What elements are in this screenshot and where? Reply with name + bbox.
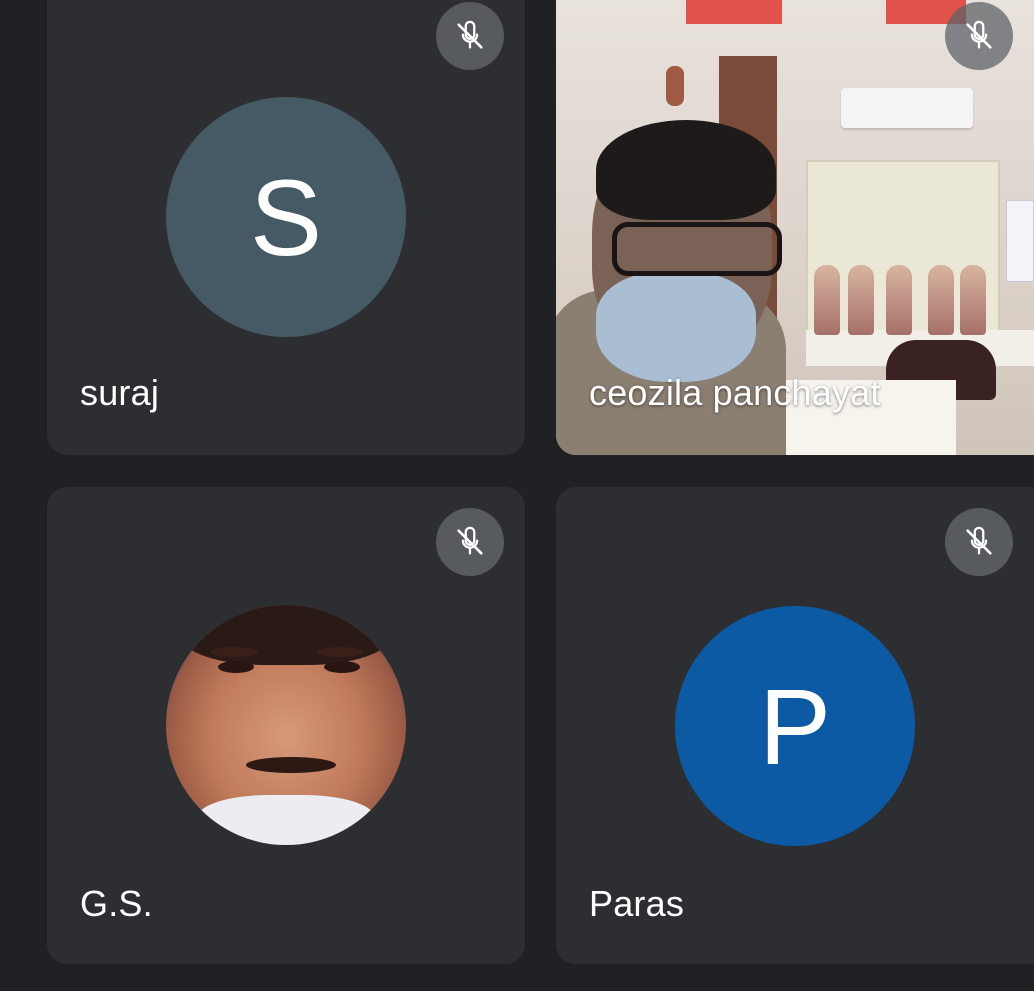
- participant-name: ceozila panchayat: [589, 372, 881, 413]
- mic-off-glyph: [966, 20, 992, 49]
- participant-name: Paras: [589, 883, 685, 924]
- participant-grid: S suraj ceozila panchayat G.S. P Paras: [0, 0, 1034, 991]
- participant-tile-paras[interactable]: P Paras: [556, 487, 1034, 964]
- avatar-letter: S: [249, 156, 323, 278]
- avatar: S: [166, 97, 406, 337]
- avatar-letter: P: [758, 665, 832, 787]
- mic-off-icon: [945, 508, 1013, 576]
- mic-off-glyph: [457, 20, 483, 49]
- mic-off-glyph: [457, 526, 483, 555]
- mic-off-icon: [945, 2, 1013, 70]
- participant-tile-ceozila-panchayat[interactable]: ceozila panchayat: [556, 0, 1034, 455]
- mic-off-glyph: [966, 526, 992, 555]
- mic-off-icon: [436, 508, 504, 576]
- participant-tile-gs[interactable]: G.S.: [47, 487, 525, 964]
- participant-name: suraj: [80, 372, 160, 413]
- mic-off-icon: [436, 2, 504, 70]
- avatar: P: [675, 606, 915, 846]
- participant-name: G.S.: [80, 883, 153, 924]
- avatar-photo: [166, 605, 406, 845]
- participant-tile-suraj[interactable]: S suraj: [47, 0, 525, 455]
